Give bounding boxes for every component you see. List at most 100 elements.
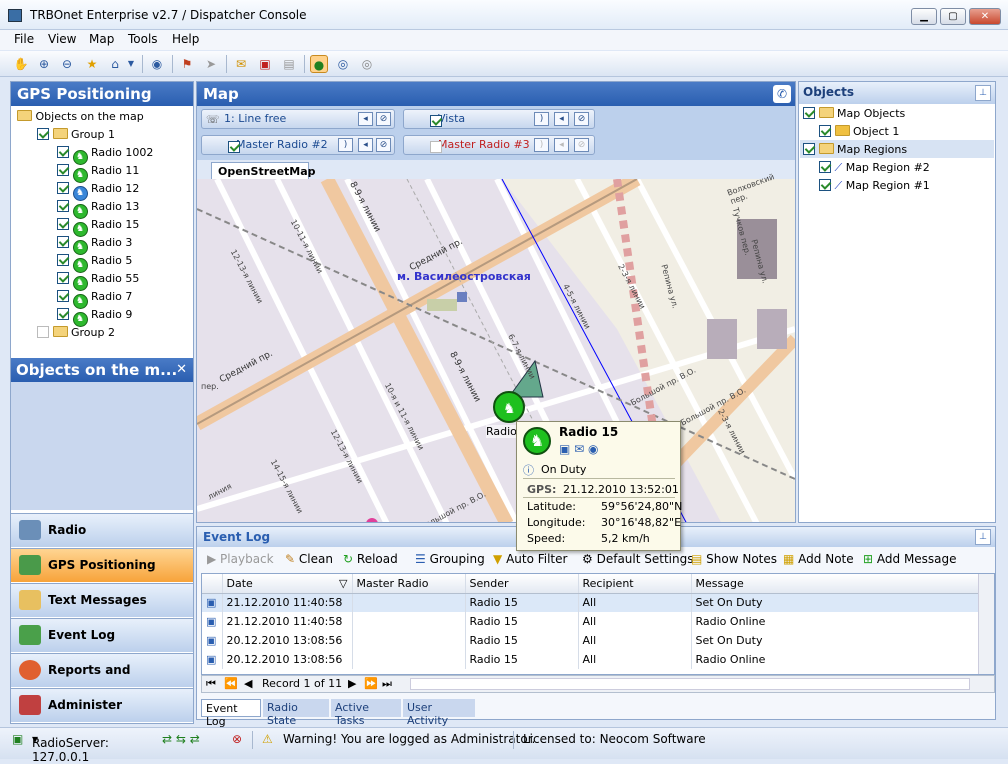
column-recipient[interactable]: Recipient [578,574,692,594]
show-notes-button[interactable]: ▤ Show Notes [691,552,777,566]
tree-group-2[interactable]: Group 2 [37,324,115,342]
checkbox[interactable] [430,115,442,127]
menu-map[interactable]: Map [89,32,114,46]
pin-icon[interactable]: ⊥ [975,529,991,545]
dropdown-arrow-icon[interactable]: ▼ [126,55,136,73]
message-icon[interactable]: ✉ [232,55,250,73]
tree-region-1[interactable]: ⟋ Map Region #1 [819,177,930,195]
hand-icon[interactable]: ✋ [12,55,30,73]
horizontal-scrollbar[interactable] [410,678,970,690]
tab-openstreetmap[interactable]: OpenStreetMap [211,162,316,180]
tree-map-objects[interactable]: Map Objects [803,105,905,123]
table-row[interactable]: ▣ 21.12.2010 11:40:58 Radio 15 All Radio Onl… [202,612,980,631]
add-message-button[interactable]: ⊞ Add Message [863,552,957,566]
tree-radio[interactable]: ♞ Radio 7 [57,288,132,309]
minimize-button[interactable]: ▁ [911,8,937,25]
close-button[interactable]: ✕ [969,8,1001,25]
vertical-scrollbar[interactable] [978,574,994,674]
server-status[interactable]: RadioServer: 127.0.0.1 ▾ [32,732,109,764]
table-row[interactable]: ▣ 20.12.2010 13:08:56 Radio 15 All Radio Onl… [202,650,980,669]
checkbox[interactable] [803,143,815,155]
nav-reports[interactable]: Reports and Statistics [11,653,193,710]
nav-gps-positioning[interactable]: GPS Positioning [11,548,193,582]
checkbox[interactable] [37,128,49,140]
tree-root[interactable]: Objects on the map [17,108,144,126]
checkbox[interactable] [57,182,69,194]
popup-action-icons[interactable]: ▣ ✉ ◉ [559,442,599,456]
add-note-button[interactable]: ▦ Add Note [783,552,854,566]
playback-button[interactable]: ▶ Playback [207,552,274,566]
tab-user-activity[interactable]: User Activity [403,699,475,727]
checkbox[interactable] [57,272,69,284]
home-icon[interactable]: ⌂ [106,55,124,73]
checkbox[interactable] [819,161,831,173]
next-record-icon[interactable]: ▶ [348,676,356,692]
tree-radio[interactable]: ♞ Radio 11 [57,162,139,183]
table-row[interactable]: ▣ 20.12.2010 13:08:56 Radio 15 All Set On Du… [202,631,980,650]
tab-active-tasks[interactable]: Active Tasks [331,699,401,727]
checkbox[interactable] [57,290,69,302]
tree-object-1[interactable]: Object 1 [819,123,899,141]
default-settings-button[interactable]: ⚙ Default Settings [582,552,693,566]
pin-icon[interactable]: ⊥ [975,85,991,101]
tree-map-regions[interactable]: Map Regions [803,141,907,159]
tree-radio[interactable]: ♞ Radio 1002 [57,144,153,165]
last-record-icon[interactable]: ⏭ [382,676,392,692]
route-icon[interactable]: ⚑ [178,55,196,73]
menu-tools[interactable]: Tools [128,32,158,46]
channel-master-2[interactable]: Master Radio #2) ◂ ⊘ [201,135,395,155]
pointer-icon[interactable]: ➤ [202,55,220,73]
menu-file[interactable]: File [14,32,34,46]
map-canvas[interactable]: ♞ [197,179,795,523]
tab-radio-state[interactable]: Radio State [263,699,329,727]
grouping-button[interactable]: ☰ Grouping [415,552,485,566]
checkbox[interactable] [57,164,69,176]
menu-help[interactable]: Help [172,32,199,46]
checkbox[interactable] [57,236,69,248]
checkbox[interactable] [819,179,831,191]
column-master-radio[interactable]: Master Radio [352,574,466,594]
nav-event-log[interactable]: Event Log [11,618,193,652]
tree-radio[interactable]: ♞ Radio 15 [57,216,139,237]
checkbox[interactable] [803,107,815,119]
clean-button[interactable]: ✎ Clean [285,552,333,566]
next-page-icon[interactable]: ⏩ [364,676,378,692]
tab-event-log[interactable]: Event Log [201,699,261,728]
channel-vista[interactable]: Vista) ◂ ⊘ [403,109,595,129]
reload-button[interactable]: ↻ Reload [343,552,398,566]
column-sender[interactable]: Sender [465,574,579,594]
star-icon[interactable]: ★ [83,55,101,73]
checkbox[interactable] [57,146,69,158]
tree-radio[interactable]: ♞ Radio 9 [57,306,132,327]
tree-radio[interactable]: ♞ Radio 5 [57,252,132,273]
phone-icon[interactable]: ✆ [773,85,791,103]
checkbox[interactable] [57,200,69,212]
nav-text-messages[interactable]: Text Messages [11,583,193,617]
checkbox[interactable] [430,141,442,153]
checkbox[interactable] [57,254,69,266]
tree-radio[interactable]: ♞ Radio 55 [57,270,139,291]
table-row[interactable]: ▣ 21.12.2010 11:40:58 Radio 15 All Set On Du… [202,593,980,612]
prev-page-icon[interactable]: ⏪ [224,676,238,692]
zoom-out-icon[interactable]: ⊖ [58,55,76,73]
checkbox[interactable] [57,308,69,320]
filter-icon[interactable]: ▽ [339,577,351,590]
checkbox[interactable] [37,326,49,338]
channel-master-3[interactable]: Master Radio #3) ◂ ⊘ [403,135,595,155]
auto-filter-button[interactable]: ▼ Auto Filter [493,552,567,566]
checkbox[interactable] [57,218,69,230]
tree-group-1[interactable]: Group 1 [37,126,115,144]
gps-mode-icon[interactable]: ● [310,55,328,73]
chat-icon[interactable]: ▤ [280,55,298,73]
checkbox[interactable] [819,125,831,137]
vehicle-icon[interactable]: ◎ [334,55,352,73]
nav-administer[interactable]: Administer [11,688,193,722]
alert-icon[interactable]: ▣ [256,55,274,73]
globe-icon[interactable]: ◉ [148,55,166,73]
disabled-vehicle-icon[interactable]: ◎ [358,55,376,73]
channel-1[interactable]: ☏ 1: Line free ◂ ⊘ [201,109,395,129]
tree-radio[interactable]: ♞ Radio 13 [57,198,139,219]
close-icon[interactable]: ✕ [176,360,187,380]
prev-record-icon[interactable]: ◀ [244,676,252,692]
first-record-icon[interactable]: ⏮ [206,676,216,692]
